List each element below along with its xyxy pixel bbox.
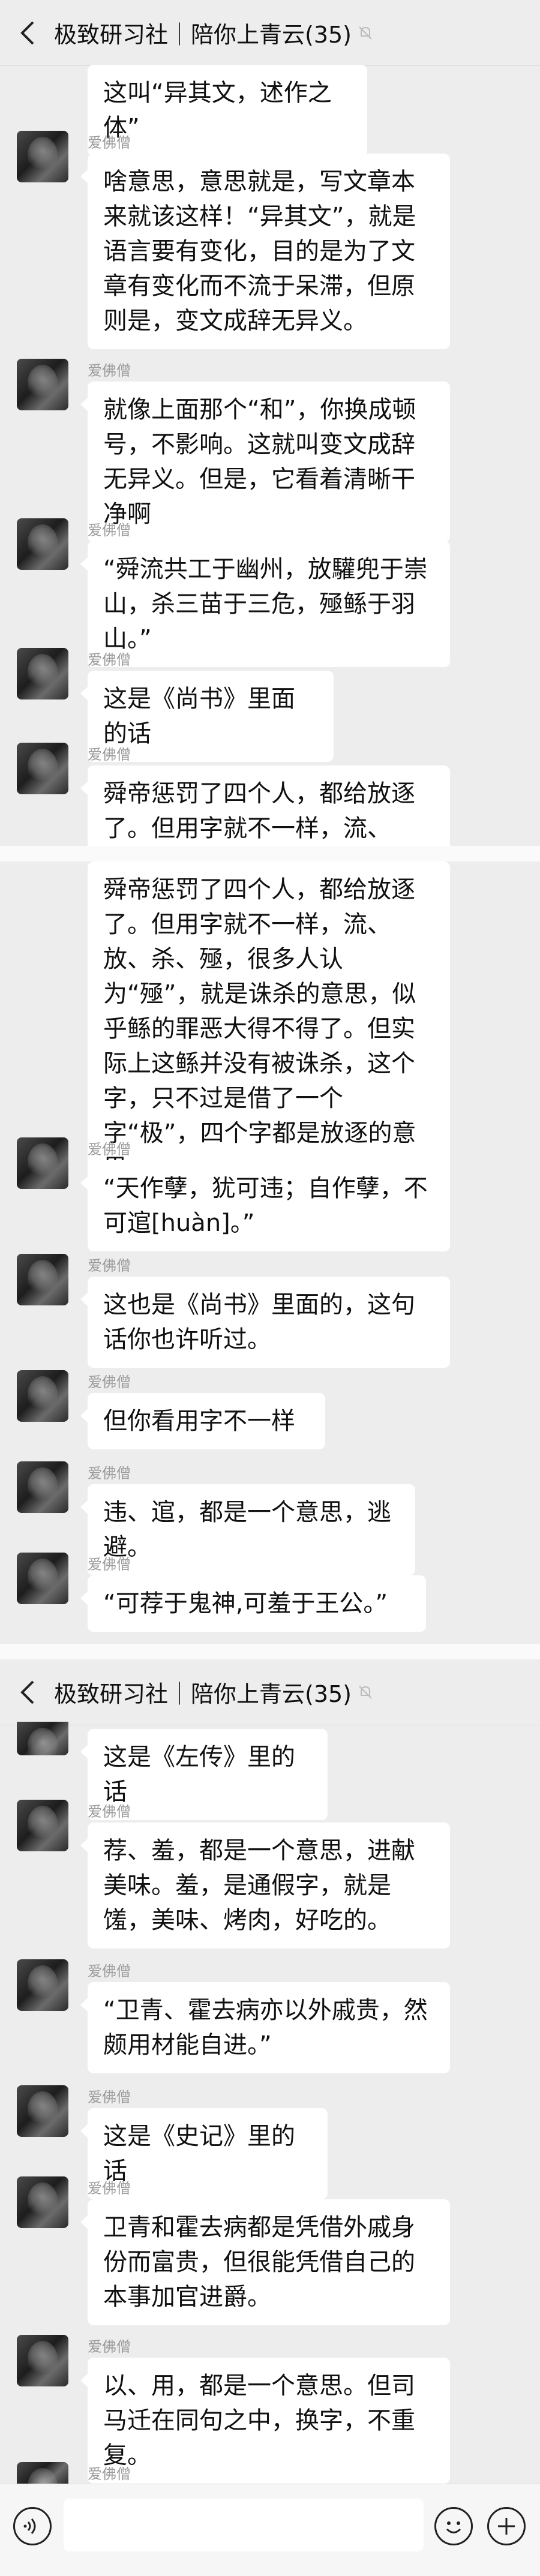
- sender-nickname: 爱佛僧: [88, 1465, 131, 1482]
- avatar[interactable]: [17, 359, 68, 410]
- avatar[interactable]: [17, 518, 68, 570]
- more-button[interactable]: [487, 2507, 526, 2545]
- screenshot-divider: [0, 1644, 540, 1659]
- avatar[interactable]: [17, 1800, 68, 1851]
- mute-bell-icon: [359, 26, 372, 40]
- avatar[interactable]: [17, 2335, 68, 2386]
- sender-nickname: 爱佛僧: [88, 746, 131, 763]
- sender-nickname: 爱佛僧: [88, 134, 131, 151]
- avatar[interactable]: [17, 131, 68, 182]
- sender-nickname: 爱佛僧: [88, 362, 131, 379]
- back-button[interactable]: [17, 1680, 38, 1704]
- sender-nickname: 爱佛僧: [88, 2466, 131, 2482]
- chat-screen-2: 舜帝惩罚了四个人，都给放逐了。但用字就不一样，流、放、杀、殛，很多人认为“殛”，…: [0, 861, 540, 1644]
- message-bubble[interactable]: “卫青、霍去病亦以外戚贵，然颇用材能自进。”: [80, 1982, 450, 2073]
- message-bubble[interactable]: 舜帝惩罚了四个人，都给放逐了。但用字就不一样，流、放、杀、殛，很多人认为“殛”，…: [88, 861, 450, 1196]
- message-input[interactable]: [64, 2499, 424, 2551]
- voice-icon: [23, 2518, 36, 2534]
- sender-nickname: 爱佛僧: [88, 1556, 131, 1573]
- avatar[interactable]: [17, 2462, 68, 2484]
- sender-nickname: 爱佛僧: [88, 522, 131, 539]
- mute-bell-icon: [359, 1685, 372, 1699]
- sender-nickname: 爱佛僧: [88, 2180, 131, 2197]
- sender-nickname: 爱佛僧: [88, 2089, 131, 2106]
- avatar[interactable]: [17, 1553, 68, 1604]
- sender-nickname: 爱佛僧: [88, 1963, 131, 1980]
- avatar[interactable]: [17, 2176, 68, 2228]
- message-bubble[interactable]: 但你看用字不一样: [80, 1393, 325, 1449]
- back-button[interactable]: [17, 21, 38, 44]
- input-bar: [0, 2484, 540, 2576]
- avatar[interactable]: [17, 1722, 68, 1755]
- chat-screen-1: 极致研习社｜陪你上青云(35) 这叫“异其文，述作之体” 爱佛僧 啥意思，意思就…: [0, 0, 540, 846]
- avatar[interactable]: [17, 2085, 68, 2137]
- sender-nickname: 爱佛僧: [88, 1374, 131, 1391]
- chevron-left-icon: [20, 21, 34, 44]
- sender-nickname: 爱佛僧: [88, 1141, 131, 1158]
- chat-title: 极致研习社｜陪你上青云(35): [54, 22, 352, 48]
- message-bubble[interactable]: 违、逭，都是一个意思，逃避。: [80, 1484, 415, 1575]
- chevron-left-icon: [20, 1680, 34, 1704]
- message-bubble[interactable]: “舜流共工于幽州，放驩兜于崇山，杀三苗于三危，殛鲧于羽山。”: [80, 541, 450, 667]
- chat-header: 极致研习社｜陪你上青云(35): [0, 0, 540, 66]
- avatar[interactable]: [17, 1254, 68, 1305]
- sender-nickname: 爱佛僧: [88, 651, 131, 668]
- emoji-button[interactable]: [434, 2507, 473, 2545]
- message-bubble[interactable]: 就像上面那个“和”，你换成顿号，不影响。这就叫变文成辞无异义。但是，它看着清晰干…: [80, 382, 450, 542]
- avatar[interactable]: [17, 648, 68, 699]
- message-bubble[interactable]: 舜帝惩罚了四个人，都给放逐了。但用字就不一样，流、放、杀、殛，很: [80, 765, 450, 846]
- avatar[interactable]: [17, 1959, 68, 2011]
- voice-button[interactable]: [13, 2507, 52, 2545]
- avatar[interactable]: [17, 1461, 68, 1513]
- message-bubble[interactable]: “天作孽，犹可违；自作孽，不可逭[huàn]。”: [80, 1160, 450, 1251]
- sender-nickname: 爱佛僧: [88, 2338, 131, 2355]
- chat-screen-3: 极致研习社｜陪你上青云(35) 这是《左传》里的话 爱佛僧 荐、羞，都是一个意思…: [0, 1659, 540, 2484]
- message-bubble[interactable]: 这也是《尚书》里面的，这句话你也许听过。: [80, 1277, 450, 1368]
- message-bubble[interactable]: 卫青和霍去病都是凭借外戚身份而富贵，但很能凭借自己的本事加官进爵。: [80, 2199, 450, 2325]
- emoji-icon: [446, 2521, 461, 2533]
- chat-header: 极致研习社｜陪你上青云(35): [0, 1659, 540, 1725]
- avatar[interactable]: [17, 1137, 68, 1189]
- avatar[interactable]: [17, 1370, 68, 1422]
- sender-nickname: 爱佛僧: [88, 1257, 131, 1274]
- chat-title: 极致研习社｜陪你上青云(35): [54, 1681, 352, 1707]
- sender-nickname: 爱佛僧: [88, 1803, 131, 1820]
- message-bubble[interactable]: 啥意思，意思就是，写文章本来就该这样！“异其文”，就是语言要有变化，目的是为了文…: [80, 154, 450, 349]
- message-bubble[interactable]: “可荐于鬼神,可羞于王公。”: [80, 1575, 426, 1632]
- message-bubble[interactable]: 荐、羞，都是一个意思，进献美味。羞，是通假字，就是馐，美味、烤肉，好吃的。: [80, 1823, 450, 1948]
- screenshot-divider: [0, 846, 540, 861]
- plus-icon: [498, 2518, 515, 2535]
- message-bubble[interactable]: 以、用，都是一个意思。但司马迁在同句之中，换字，不重复。: [80, 2358, 450, 2484]
